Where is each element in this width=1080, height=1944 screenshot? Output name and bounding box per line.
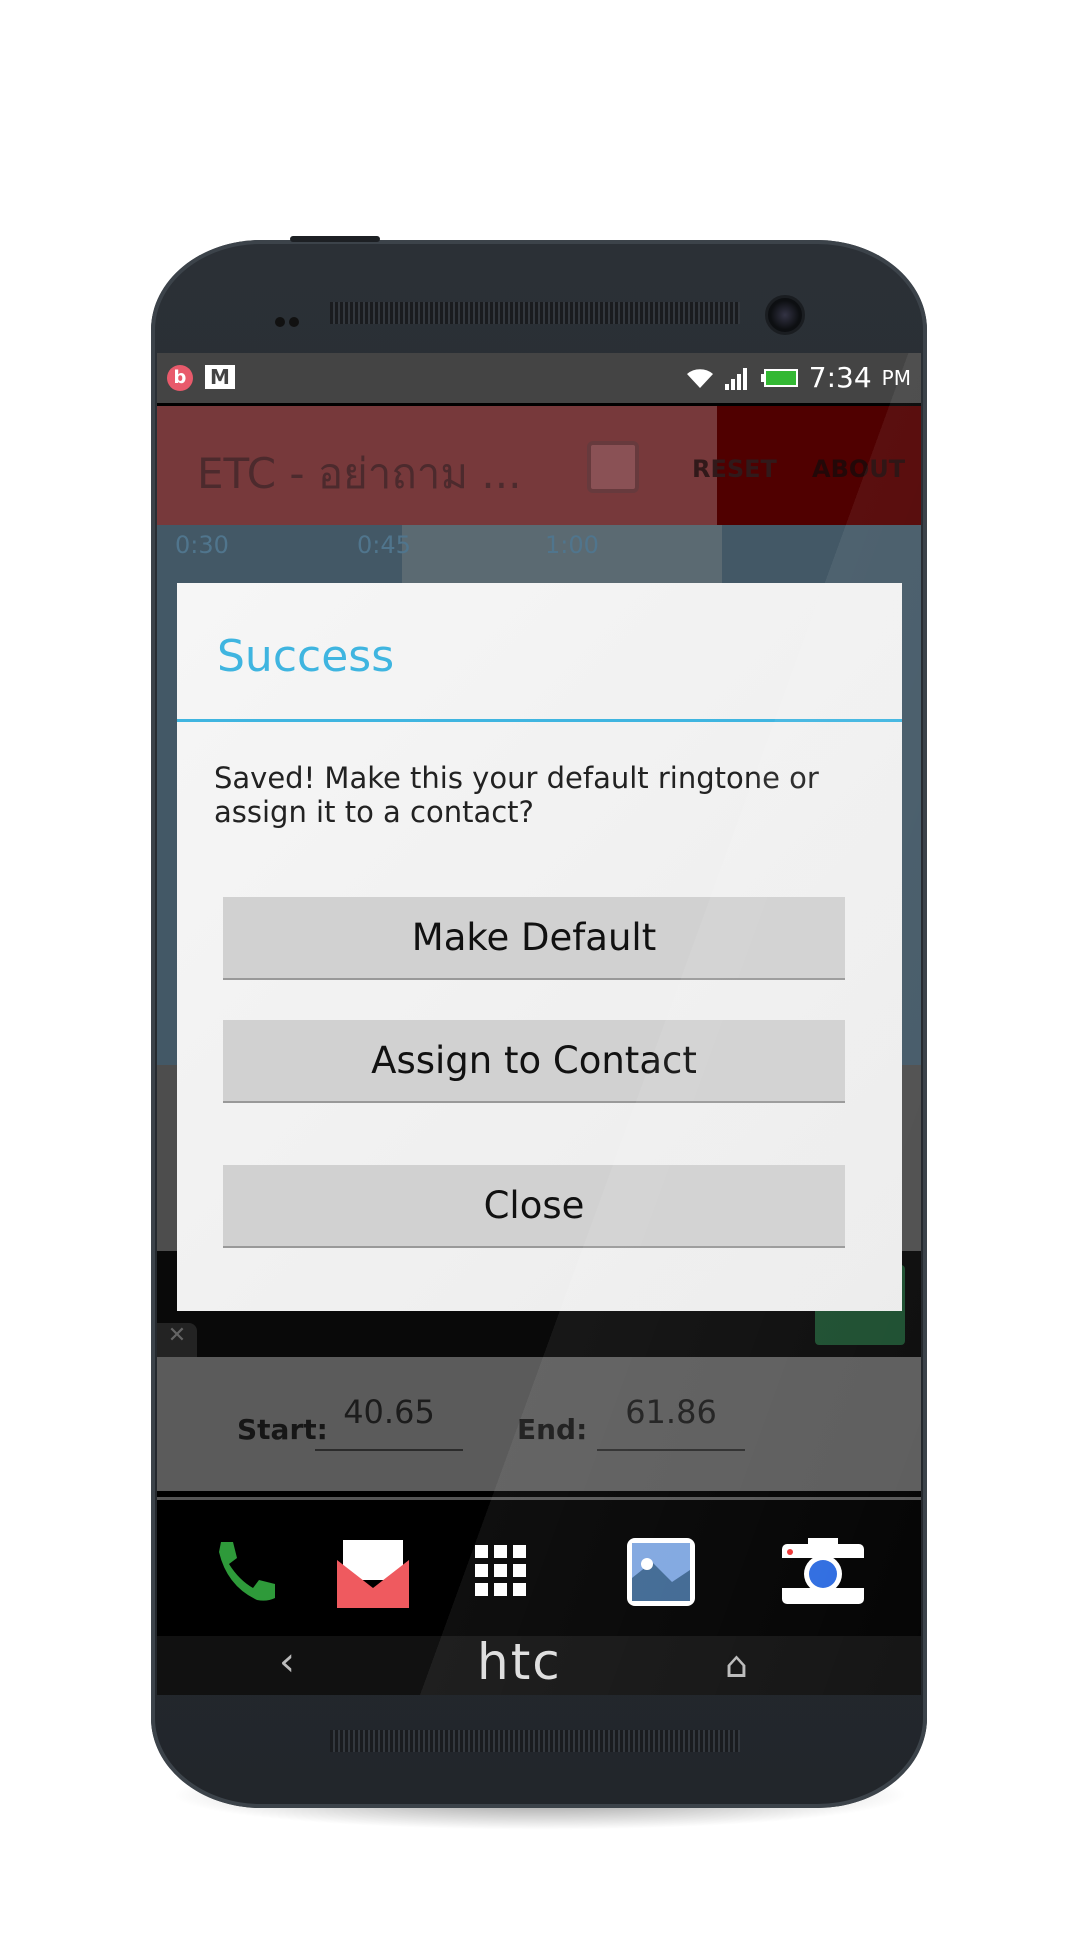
gmail-icon: M [205, 365, 235, 389]
assign-to-contact-button[interactable]: Assign to Contact [223, 1020, 845, 1103]
power-button [290, 236, 380, 242]
close-button[interactable]: Close [223, 1165, 845, 1248]
clock-ampm: PM [881, 365, 911, 390]
front-camera [765, 295, 805, 335]
speaker-grill-bottom [330, 1730, 740, 1752]
success-dialog: Success Saved! Make this your default ri… [177, 583, 902, 1311]
beats-icon: b [167, 365, 193, 391]
htc-logo: htc [477, 1633, 562, 1691]
signal-icon [724, 367, 747, 390]
mail-icon[interactable] [337, 1540, 409, 1608]
back-button[interactable]: ‹ [279, 1639, 295, 1685]
speaker-grill-top [330, 302, 740, 324]
battery-icon [760, 368, 798, 387]
make-default-button[interactable]: Make Default [223, 897, 845, 980]
sensors [275, 312, 303, 331]
wifi-icon [686, 368, 713, 388]
dock [157, 1497, 921, 1636]
dialog-divider [177, 719, 902, 722]
home-button[interactable]: ⌂ [725, 1645, 748, 1686]
gallery-icon[interactable] [627, 1538, 695, 1606]
phone-icon[interactable] [217, 1540, 277, 1602]
camera-icon[interactable] [782, 1538, 864, 1604]
clock: 7:34 [808, 361, 872, 394]
apps-icon[interactable] [475, 1545, 527, 1597]
dialog-message: Saved! Make this your default ringtone o… [214, 761, 819, 829]
status-bar: b M 7:34 PM [157, 353, 921, 403]
dialog-title: Success [217, 631, 395, 682]
